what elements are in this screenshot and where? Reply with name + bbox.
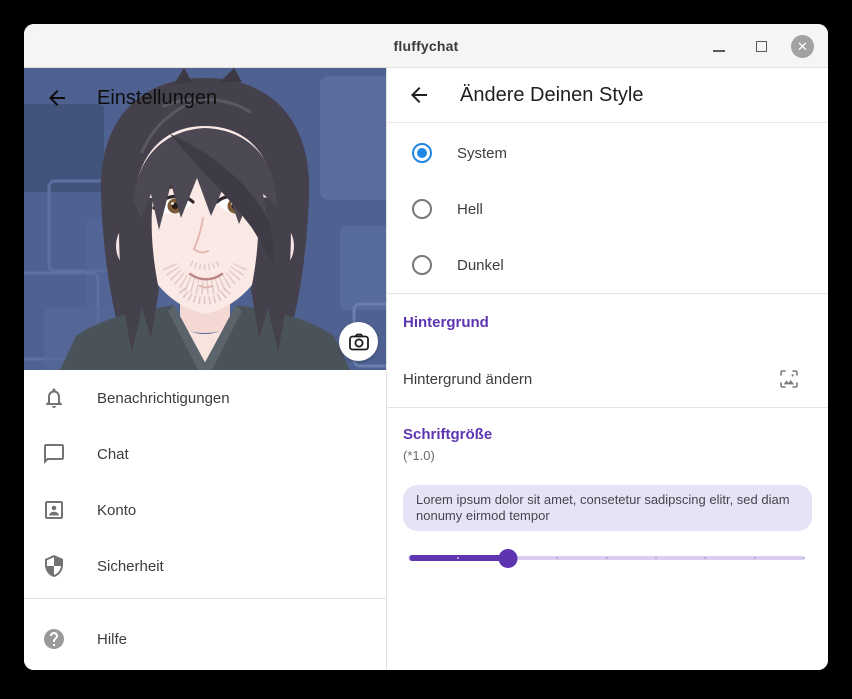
- slider-ticks: [409, 548, 804, 568]
- sidebar-item-label: Chat: [97, 446, 129, 463]
- style-panel: Ändere Deinen Style System Hell Dunkel H…: [387, 68, 828, 670]
- minimize-button[interactable]: [707, 34, 731, 58]
- theme-option-dunkel[interactable]: Dunkel: [387, 237, 828, 293]
- window-controls: ✕: [707, 24, 814, 68]
- font-size-slider[interactable]: [409, 548, 804, 568]
- background-section-header: Hintergrund: [403, 312, 828, 334]
- slider-thumb[interactable]: [498, 549, 517, 568]
- sidebar-header: Einstellungen: [24, 82, 386, 114]
- chat-bubble-icon: [42, 442, 66, 466]
- sidebar-item-benachrichtigungen[interactable]: Benachrichtigungen: [24, 370, 386, 426]
- radio-label: Hell: [457, 201, 483, 218]
- account-box-icon: [42, 498, 66, 522]
- titlebar: fluffychat ✕: [24, 24, 828, 68]
- font-preview-text: Lorem ipsum dolor sit amet, consetetur s…: [403, 485, 812, 531]
- font-size-section-header: Schriftgröße: [403, 424, 828, 446]
- close-button[interactable]: ✕: [791, 35, 814, 58]
- radio-unselected-icon: [412, 199, 432, 219]
- maximize-icon: [756, 41, 767, 52]
- section-divider: [387, 293, 828, 294]
- theme-option-hell[interactable]: Hell: [387, 181, 828, 237]
- font-scale-value: (*1.0): [403, 446, 828, 466]
- radio-selected-icon: [412, 143, 432, 163]
- minimize-icon: [713, 50, 725, 52]
- settings-sidebar: Einstellungen Benachrichtigungen: [24, 68, 387, 670]
- theme-option-system[interactable]: System: [387, 125, 828, 181]
- profile-avatar[interactable]: Einstellungen: [24, 68, 386, 370]
- sidebar-item-label: Konto: [97, 502, 136, 519]
- style-panel-header: Ändere Deinen Style: [387, 68, 828, 123]
- theme-radio-group: System Hell Dunkel: [387, 123, 828, 293]
- app-window: fluffychat ✕: [24, 24, 828, 670]
- image-icon: [778, 368, 800, 390]
- sidebar-item-konto[interactable]: Konto: [24, 482, 386, 538]
- radio-unselected-icon: [412, 255, 432, 275]
- maximize-button[interactable]: [749, 34, 773, 58]
- close-icon: ✕: [797, 40, 808, 53]
- bell-icon: [42, 386, 66, 410]
- help-icon: [42, 627, 66, 651]
- sidebar-item-label: Benachrichtigungen: [97, 390, 230, 407]
- radio-label: Dunkel: [457, 257, 504, 274]
- sidebar-item-sicherheit[interactable]: Sicherheit: [24, 538, 386, 594]
- radio-label: System: [457, 145, 507, 162]
- back-icon[interactable]: [45, 86, 69, 110]
- sidebar-title: Einstellungen: [97, 87, 217, 110]
- sidebar-divider: [24, 598, 386, 599]
- back-icon[interactable]: [407, 83, 431, 107]
- page-title: Ändere Deinen Style: [460, 84, 643, 107]
- settings-menu: Benachrichtigungen Chat Konto Sic: [24, 370, 386, 667]
- shield-icon: [42, 554, 66, 578]
- change-background-row[interactable]: Hintergrund ändern: [387, 351, 828, 407]
- sidebar-item-hilfe[interactable]: Hilfe: [24, 611, 386, 667]
- change-background-label: Hintergrund ändern: [403, 371, 778, 388]
- sidebar-item-chat[interactable]: Chat: [24, 426, 386, 482]
- change-avatar-button[interactable]: [339, 322, 378, 361]
- sidebar-item-label: Hilfe: [97, 631, 127, 648]
- window-title: fluffychat: [394, 38, 459, 54]
- sidebar-item-label: Sicherheit: [97, 558, 164, 575]
- section-divider: [387, 407, 828, 408]
- camera-icon: [347, 330, 371, 354]
